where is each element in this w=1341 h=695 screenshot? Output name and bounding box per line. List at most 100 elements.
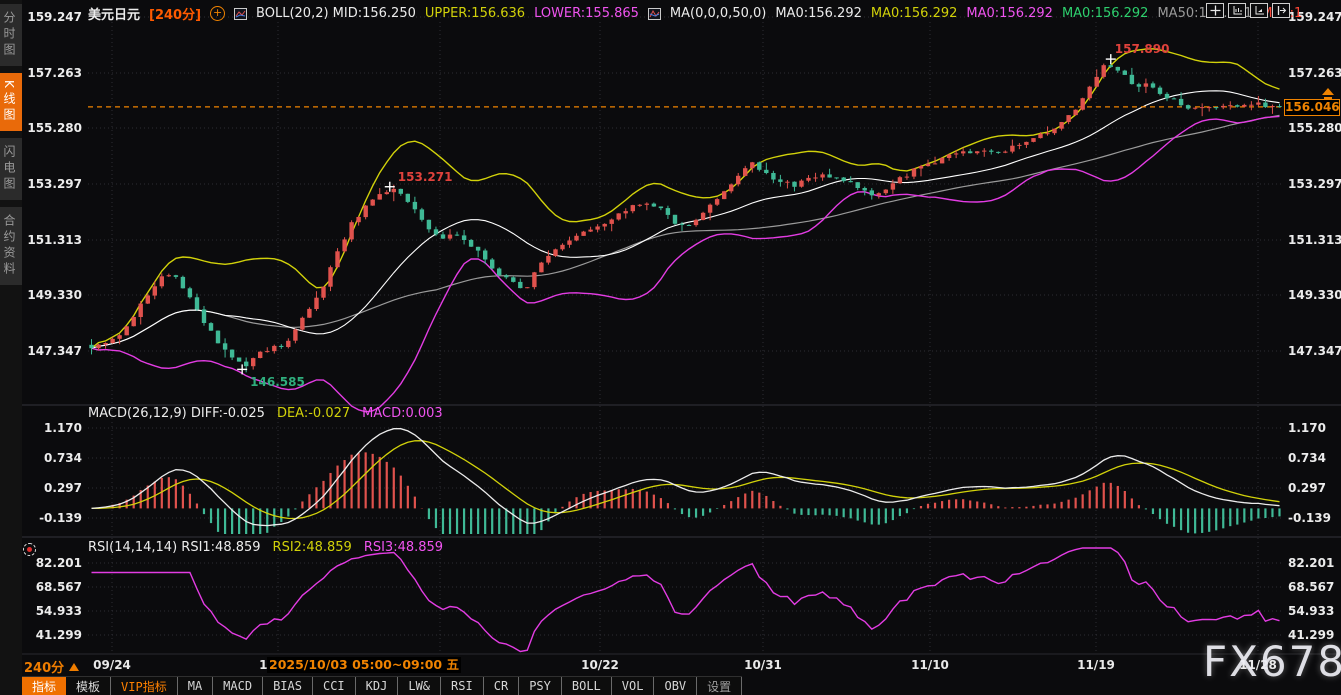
crosshair-move-icon[interactable] [1206,3,1224,18]
rsi2-label: RSI2:48.859 [273,540,352,555]
macd-axis-label-right: 0.734 [1288,451,1340,465]
time-scale-icon[interactable] [1250,3,1268,18]
price-axis-label-left: 147.347 [18,344,82,358]
sidebar-tab-4[interactable]: 合约资料 [0,207,22,285]
low-price-label: 146.585 [250,375,305,389]
price-axis-label-right: 147.347 [1288,344,1340,358]
toolbar-tab-3-VIP指标[interactable]: VIP指标 [111,677,178,695]
ma-indicator-icon [648,8,661,20]
macd-dea-label: DEA:-0.027 [277,406,350,421]
boll-mid-label: BOLL(20,2) MID:156.250 [256,6,416,21]
macd-axis-label-right: -0.139 [1288,511,1340,525]
indicator-toolbar: 指标模板VIP指标MAMACDBIASCCIKDJLW&RSICRPSYBOLL… [22,676,742,695]
ma-params-label: MA(0,0,0,50,0) [670,6,766,21]
macd-axis-label-right: 0.297 [1288,481,1340,495]
toolbar-tab-2-模板[interactable]: 模板 [66,677,111,695]
macd-header: MACD(26,12,9) DIFF:-0.025 DEA:-0.027 MAC… [88,406,443,421]
macd-axis-label-left: 0.734 [18,451,82,465]
toolbar-tab-6-BIAS[interactable]: BIAS [263,677,313,695]
macd-panel [92,429,1280,534]
sidebar: 分时图 K线图闪电图合约资料 [0,0,22,695]
rsi-header: RSI(14,14,14) RSI1:48.859 RSI2:48.859 RS… [88,540,443,555]
ma0-value-yellow: MA0:156.292 [871,6,958,21]
crosshair-date-tooltip: 2025/10/03 05:00~09:00 五 [267,657,461,673]
toolbar-tab-8-KDJ[interactable]: KDJ [356,677,399,695]
price-axis-label-right: 155.280 [1288,121,1340,135]
price-axis-label-left: 149.330 [18,288,82,302]
boll-lower-line [92,116,1280,411]
rsi-axis-label-right: 82.201 [1288,556,1340,570]
boll-lower-label: LOWER:155.865 [534,6,639,21]
price-axis-label-right: 153.297 [1288,177,1340,191]
date-label: 10/22 [581,658,619,672]
chart-canvas[interactable] [0,0,1341,656]
date-label: 10/31 [744,658,782,672]
macd-axis-label-left: 1.170 [18,421,82,435]
high-price-label: 157.890 [1115,42,1170,56]
overlay-lines [88,49,1283,412]
rsi1-label: RSI(14,14,14) RSI1:48.859 [88,540,261,555]
price-axis-label-left: 159.247 [18,10,82,24]
rsi-panel [92,548,1280,652]
latest-price-marker-icon[interactable] [1321,86,1335,105]
toolbar-tab-12-PSY[interactable]: PSY [519,677,562,695]
ma0-value-green: MA0:156.292 [1062,6,1149,21]
sidebar-tab-2[interactable]: K线图 [0,73,22,131]
toolbar-tab-9-LW&[interactable]: LW& [398,677,441,695]
window-buttons [1206,3,1290,18]
rsi-axis-label-left: 82.201 [18,556,82,570]
macd-axis-label-left: -0.139 [18,511,82,525]
macd-axis-label-left: 0.297 [18,481,82,495]
rsi-axis-label-right: 54.933 [1288,604,1340,618]
rsi-line [92,548,1280,652]
toolbar-tab-5-MACD[interactable]: MACD [213,677,263,695]
toolbar-tab-11-CR[interactable]: CR [484,677,519,695]
sidebar-tab-1[interactable]: 分时图 [0,4,22,66]
rsi-axis-label-left: 41.299 [18,628,82,642]
period-dropdown-arrow-icon [69,663,79,671]
date-label: 09/24 [93,658,131,672]
price-axis-label-right: 149.330 [1288,288,1340,302]
period-label: [240分] [149,4,201,23]
circle-plus-icon[interactable]: + [210,6,225,21]
sidebar-tab-3[interactable]: 闪电图 [0,138,22,200]
swing-cross-markers [237,54,1116,374]
rsi-axis-label-left: 54.933 [18,604,82,618]
ma50-line [92,115,1280,348]
ma0-value-white: MA0:156.292 [775,6,862,21]
macd-diff-label: MACD(26,12,9) DIFF:-0.025 [88,406,265,421]
price-axis-label-left: 153.297 [18,177,82,191]
period-selector-button[interactable]: 240分 [24,657,79,676]
macd-dea-line [92,441,1280,519]
pop-out-icon[interactable] [1272,3,1290,18]
toolbar-tab-15-OBV[interactable]: OBV [654,677,697,695]
date-label: 11/19 [1077,658,1115,672]
toolbar-tab-10-RSI[interactable]: RSI [441,677,484,695]
date-label: 11/10 [911,658,949,672]
period-selector-label: 240分 [24,657,64,676]
chart-header: 美元日元 [240分] + BOLL(20,2) MID:156.250 UPP… [88,4,1302,23]
macd-value-label: MACD:0.003 [362,406,443,421]
macd-diff-line [92,429,1280,526]
price-axis-label-right: 151.313 [1288,233,1340,247]
toolbar-tab-7-CCI[interactable]: CCI [313,677,356,695]
price-axis-label-left: 157.263 [18,66,82,80]
price-scale-icon[interactable] [1228,3,1246,18]
boll-indicator-icon [234,8,247,20]
symbol-name: 美元日元 [88,4,140,23]
signal-dot-icon [23,543,36,556]
fx678-watermark: FX678 [1203,637,1341,686]
trading-app: 分时图 K线图闪电图合约资料 美元日元 [240分] + BOLL(20,2) M… [0,0,1341,695]
swing-high-label: 153.271 [398,170,453,184]
boll-upper-line [92,49,1280,348]
toolbar-tab-4-MA[interactable]: MA [178,677,213,695]
boll-upper-label: UPPER:156.636 [425,6,525,21]
price-axis-label-left: 151.313 [18,233,82,247]
macd-axis-label-right: 1.170 [1288,421,1340,435]
toolbar-tab-1-指标[interactable]: 指标 [22,677,66,695]
rsi-axis-label-left: 68.567 [18,580,82,594]
toolbar-tab-16-设置[interactable]: 设置 [697,677,742,695]
ma0-value-magenta: MA0:156.292 [966,6,1053,21]
toolbar-tab-14-VOL[interactable]: VOL [612,677,655,695]
toolbar-tab-13-BOLL[interactable]: BOLL [562,677,612,695]
